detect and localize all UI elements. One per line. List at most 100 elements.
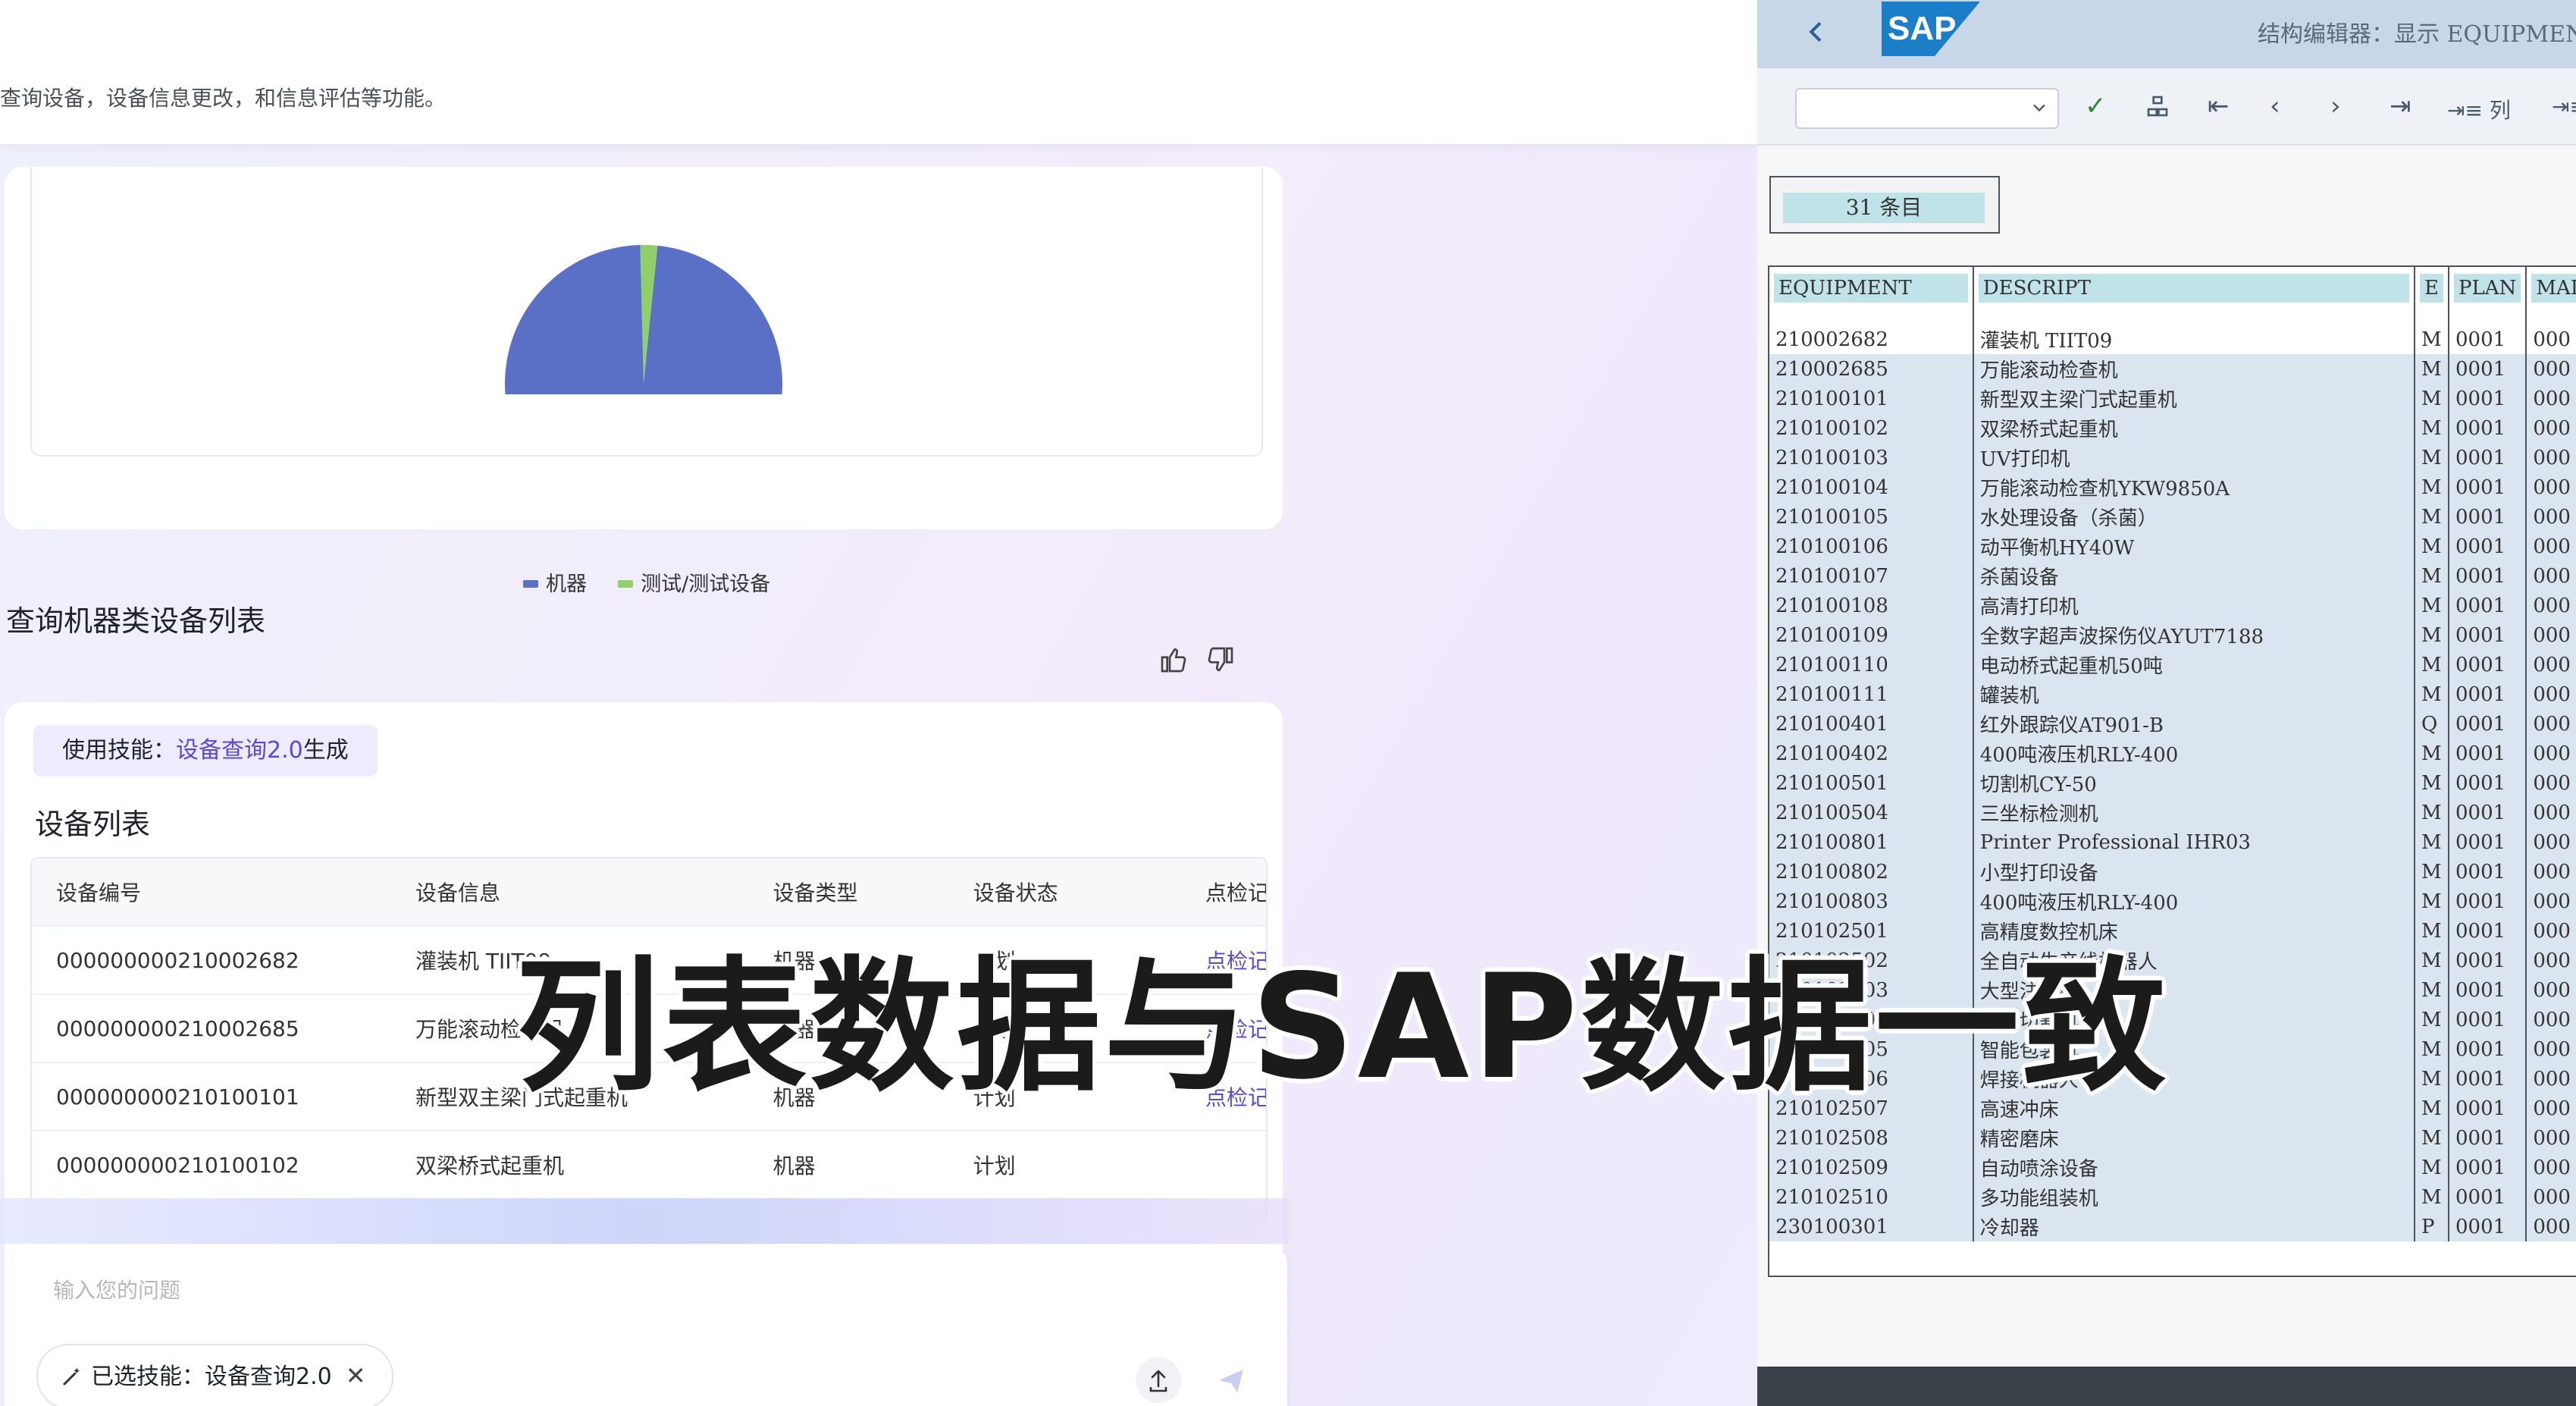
sap-table-row[interactable]: 210002685 万能滚动检查机 M 0001 000 (1769, 354, 2576, 384)
last-page-icon[interactable]: ⇥ (2390, 91, 2411, 121)
sap-table-row[interactable]: 210100107 杀菌设备 M 0001 000 (1769, 561, 2576, 591)
sap-table-row[interactable]: 210100802 小型打印设备 M 0001 000 (1769, 857, 2576, 887)
more-columns-icon[interactable]: ⇥≡ (2552, 94, 2576, 119)
legend-item-machine[interactable]: 机器 (523, 573, 587, 596)
sap-cell: 210100402 (1769, 739, 1974, 768)
next-page-icon[interactable]: › (2330, 91, 2341, 121)
sap-table-row[interactable]: 210102510 多功能组装机 M 0001 000 (1769, 1182, 2576, 1212)
sap-cell: M (2415, 532, 2450, 561)
sap-table-row[interactable]: 210100108 高清打印机 M 0001 000 (1769, 591, 2576, 620)
sap-cell: 0001 (2449, 739, 2527, 768)
sap-table-row[interactable]: 210100401 红外跟踪仪AT901-B Q 0001 000 (1769, 709, 2576, 739)
scroll-fade (0, 1198, 1289, 1244)
sap-cell: 000 (2526, 887, 2576, 916)
sap-cell: 000 (2526, 472, 2576, 502)
sap-cell: 210100109 (1769, 620, 1974, 650)
sap-cell: 0001 (2449, 384, 2527, 413)
sap-cell: 000 (2526, 1212, 2576, 1241)
sap-cell: 0001 (2449, 1123, 2527, 1153)
chat-input-box[interactable]: 输入您的问题 已选技能：设备查询2.0 ✕ (14, 1245, 1287, 1406)
sap-cell: 新型双主梁门式起重机 (1973, 384, 2416, 413)
device-info: 双梁桥式起重机 (391, 1130, 749, 1198)
sap-cell: 水处理设备（杀菌） (1973, 502, 2416, 532)
question-input[interactable]: 输入您的问题 (53, 1274, 180, 1304)
sap-cell: 0001 (2449, 354, 2527, 384)
sap-cell: 0001 (2449, 975, 2527, 1005)
sap-table-row[interactable]: 210100102 双梁桥式起重机 M 0001 000 (1769, 413, 2576, 443)
table-row[interactable]: 000000000210100102 双梁桥式起重机 机器 计划 (32, 1130, 1266, 1198)
sap-table-row[interactable]: 210102508 精密磨床 M 0001 000 (1769, 1123, 2576, 1153)
sap-cell: 000 (2526, 1153, 2576, 1182)
sap-table-row[interactable]: 210100111 罐装机 M 0001 000 (1769, 679, 2576, 709)
sap-table-row[interactable]: 210100106 动平衡机HY40W M 0001 000 (1769, 532, 2576, 561)
sap-cell: M (2415, 679, 2450, 709)
sap-table-row[interactable]: 230100301 冷却器 P 0001 000 (1769, 1212, 2576, 1241)
sap-cell: 210100105 (1769, 502, 1974, 532)
thumbs-down-icon[interactable] (1205, 645, 1236, 675)
close-icon[interactable]: ✕ (346, 1361, 366, 1390)
sap-header: SAP 结构编辑器：显示 EQUIPMENT (1757, 0, 2576, 68)
sap-table-row[interactable]: 210100801 Printer Professional IHR03 M 0001… (1769, 827, 2576, 857)
sap-cell: UV打印机 (1973, 443, 2416, 472)
sap-cell: 210100801 (1769, 827, 1974, 857)
inspection-link[interactable] (1180, 1130, 1266, 1198)
sap-cell: 0001 (2449, 709, 2527, 739)
sap-cell: M (2415, 768, 2450, 798)
thumbs-up-icon[interactable] (1158, 645, 1189, 675)
sap-cell: 全数字超声波探伤仪AYUT7188 (1973, 620, 2416, 650)
selected-skill-chip[interactable]: 已选技能：设备查询2.0 ✕ (36, 1344, 393, 1406)
sap-table-row[interactable]: 210100103 UV打印机 M 0001 000 (1769, 443, 2576, 472)
sap-table-row[interactable]: 210100101 新型双主梁门式起重机 M 0001 000 (1769, 384, 2576, 413)
first-page-icon[interactable]: ⇤ (2208, 91, 2230, 121)
sap-cell: 000 (2526, 384, 2576, 413)
legend-item-test[interactable]: 测试/测试设备 (618, 573, 770, 596)
sap-status-bar (1757, 1367, 2576, 1406)
sap-cell: 0001 (2449, 857, 2527, 887)
sap-cell: 210100107 (1769, 561, 1974, 591)
sap-table-row[interactable]: 210002682 灌装机 TIIT09 M 0001 000 (1769, 325, 2576, 354)
sap-cell: 0001 (2449, 650, 2527, 679)
sap-cell: M (2415, 561, 2450, 591)
sap-table-container[interactable]: EQUIPMENT DESCRIPT E PLAN MAI 210002682 灌… (1768, 265, 2576, 1277)
device-status: 计划 (948, 1130, 1181, 1198)
sap-cell: 000 (2526, 502, 2576, 532)
confirm-check-icon[interactable]: ✓ (2085, 91, 2107, 121)
video-caption: 列表数据与SAP数据一致 (516, 943, 2170, 1111)
sap-logo: SAP (1882, 2, 1980, 56)
upload-icon[interactable] (1136, 1357, 1181, 1403)
command-dropdown[interactable] (1795, 88, 2059, 129)
back-arrow-icon[interactable] (1801, 17, 1832, 47)
sap-cell: 000 (2526, 946, 2576, 975)
sap-cell: 210100802 (1769, 857, 1974, 887)
sap-table-row[interactable]: 210102509 自动喷涂设备 M 0001 000 (1769, 1153, 2576, 1182)
sap-cell: 多功能组装机 (1973, 1182, 2416, 1212)
sap-cell: 0001 (2449, 472, 2527, 502)
sap-cell: 000 (2526, 443, 2576, 472)
sap-table-row[interactable]: 210100501 切割机CY-50 M 0001 000 (1769, 768, 2576, 798)
sap-table-row[interactable]: 210100109 全数字超声波探伤仪AYUT7188 M 0001 000 (1769, 620, 2576, 650)
sap-table-row[interactable]: 210100110 电动桥式起重机50吨 M 0001 000 (1769, 650, 2576, 679)
sap-cell: 0001 (2449, 1064, 2527, 1094)
sap-cell: 000 (2526, 1094, 2576, 1123)
skill-link[interactable]: 设备查询2.0 (176, 737, 303, 764)
sap-cell: 000 (2526, 739, 2576, 768)
chart-legend: 机器 测试/测试设备 (523, 567, 770, 597)
sap-cell: 210102510 (1769, 1182, 1974, 1212)
sap-cell: 210100111 (1769, 679, 1974, 709)
prev-page-icon[interactable]: ‹ (2270, 91, 2280, 121)
sap-table-row[interactable]: 210100104 万能滚动检查机YKW9850A M 0001 000 (1769, 472, 2576, 502)
hierarchy-icon[interactable] (2145, 94, 2170, 118)
column-header: 设备编号 (32, 858, 392, 926)
sap-table-row[interactable]: 210100105 水处理设备（杀菌） M 0001 000 (1769, 502, 2576, 532)
sap-table-row[interactable]: 210100504 三坐标检测机 M 0001 000 (1769, 798, 2576, 827)
sap-cell: 双梁桥式起重机 (1973, 413, 2416, 443)
sap-table-row[interactable]: 210100402 400吨液压机RLY-400 M 0001 000 (1769, 739, 2576, 768)
send-icon[interactable] (1208, 1357, 1254, 1403)
sap-cell: M (2415, 1182, 2450, 1212)
sap-cell: M (2415, 384, 2450, 413)
columns-button[interactable]: ⇥≡ 列 (2447, 94, 2511, 124)
sap-cell: 210100401 (1769, 709, 1974, 739)
sap-cell: M (2415, 827, 2450, 857)
sap-cell: M (2415, 916, 2450, 946)
sap-window-title: 结构编辑器：显示 EQUIPMENT (2258, 21, 2576, 48)
